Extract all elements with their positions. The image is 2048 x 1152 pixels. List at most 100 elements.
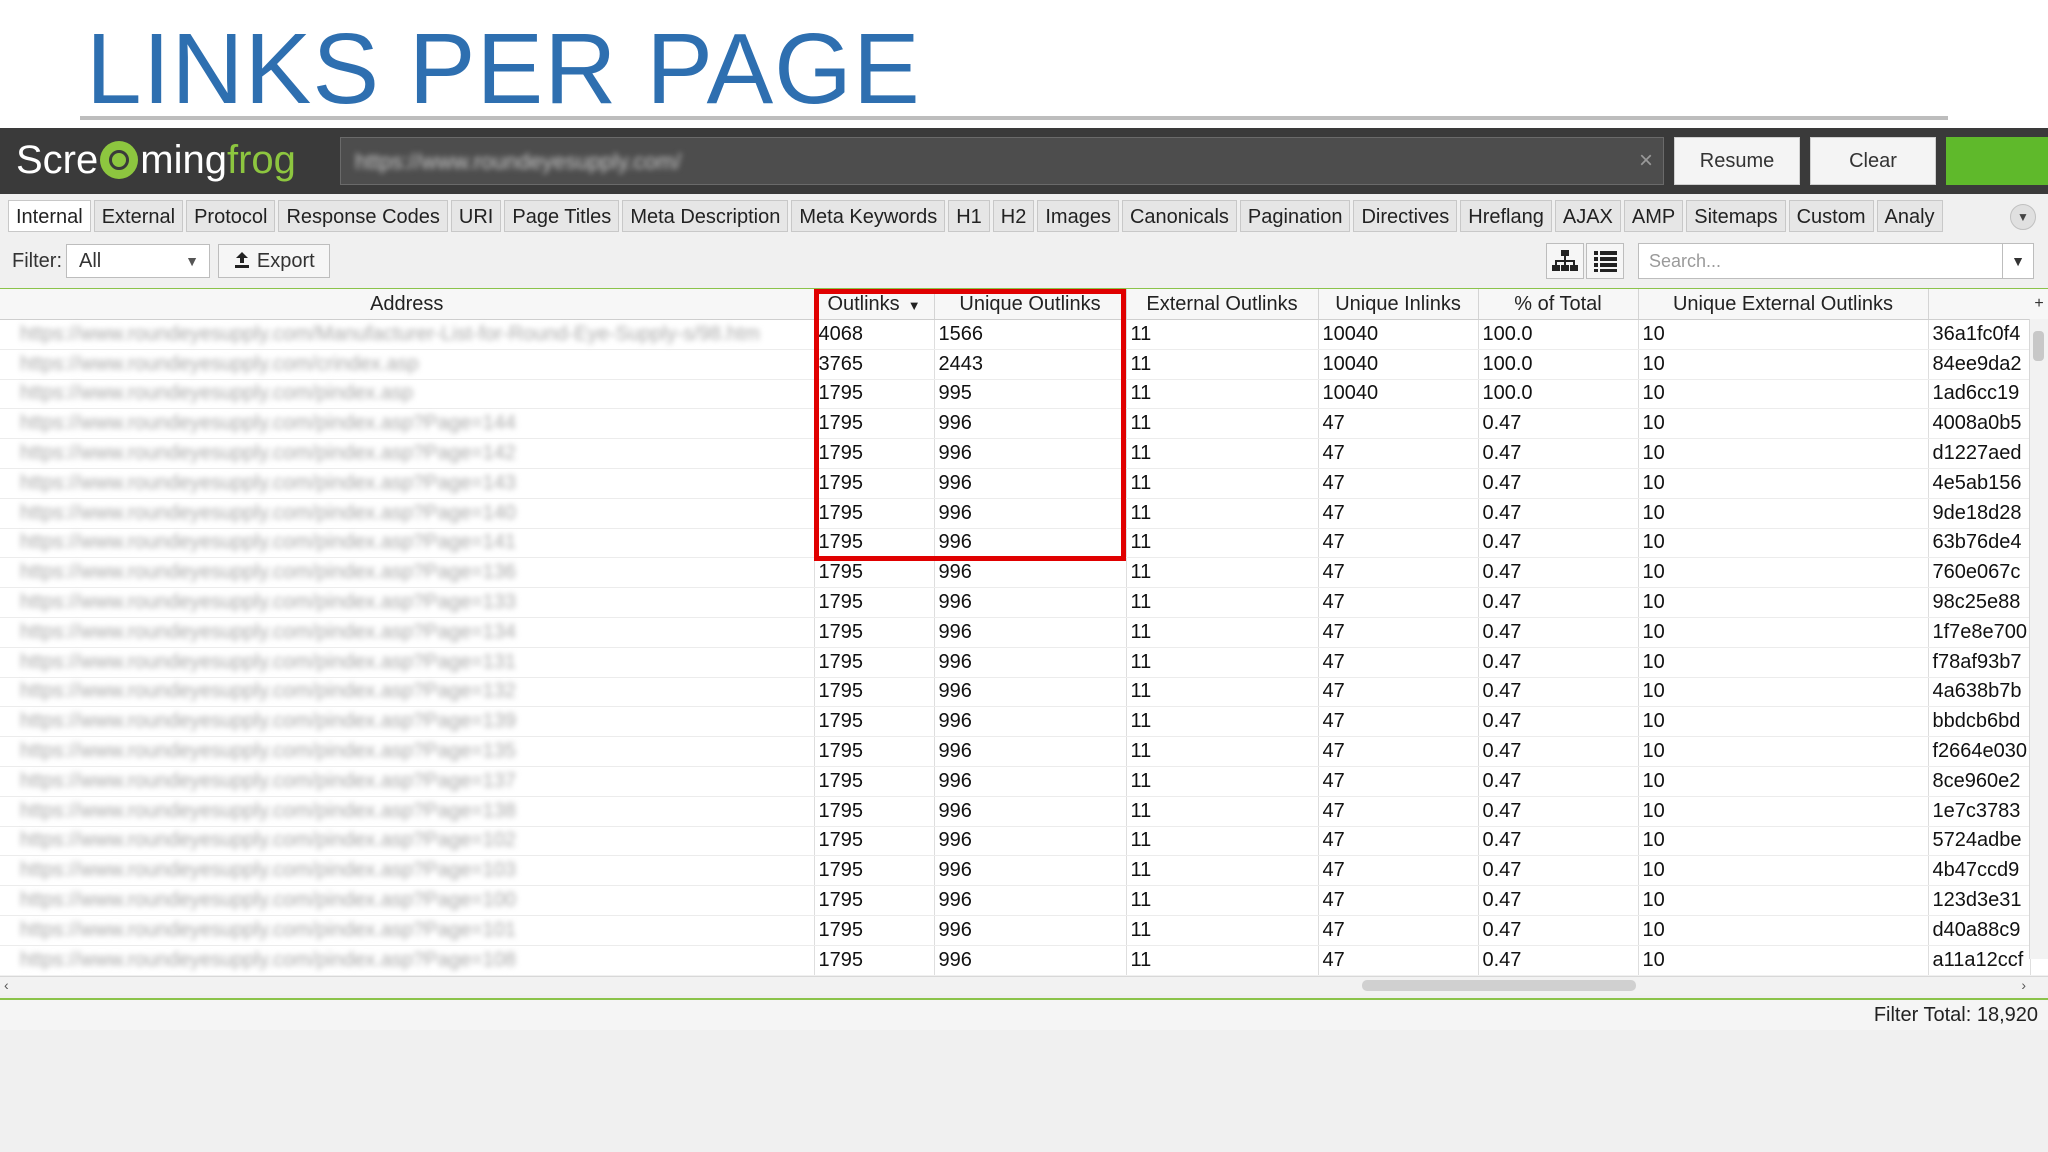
table-cell: d40a88c9 bbox=[1928, 915, 2031, 946]
site-tree-icon[interactable] bbox=[1546, 243, 1584, 279]
dropdown-caret-icon: ▼ bbox=[2002, 244, 2033, 278]
tab-h2[interactable]: H2 bbox=[992, 200, 1035, 232]
tab-page-titles[interactable]: Page Titles bbox=[504, 200, 620, 232]
table-row[interactable]: https://www.roundeyesupply.com/pindex.as… bbox=[0, 915, 2031, 946]
search-input[interactable]: Search... ▼ bbox=[1638, 243, 2034, 279]
tab-images[interactable]: Images bbox=[1037, 200, 1119, 232]
column-header-address[interactable]: Address bbox=[0, 289, 815, 320]
tab-custom[interactable]: Custom bbox=[1788, 200, 1874, 232]
export-button[interactable]: Export bbox=[218, 244, 330, 278]
table-cell: https://www.roundeyesupply.com/pindex.as… bbox=[0, 647, 815, 678]
table-row[interactable]: https://www.roundeyesupply.com/pindex.as… bbox=[0, 498, 2031, 529]
table-cell: 0.47 bbox=[1478, 498, 1639, 529]
chevron-down-icon[interactable]: ▼ bbox=[2010, 204, 2036, 230]
filter-select[interactable]: All ▼ bbox=[66, 244, 210, 278]
column-header-unique-external-outlinks[interactable]: Unique External Outlinks bbox=[1638, 289, 1929, 320]
table-row[interactable]: https://www.roundeyesupply.com/pindex.as… bbox=[0, 706, 2031, 738]
table-row[interactable]: https://www.roundeyesupply.com/pindex.as… bbox=[0, 945, 2031, 975]
table-row[interactable]: https://www.roundeyesupply.com/pindex.as… bbox=[0, 855, 2031, 887]
column-header-unique-outlinks[interactable]: Unique Outlinks bbox=[934, 289, 1127, 320]
vertical-scrollbar[interactable] bbox=[2029, 319, 2048, 959]
column-header--of-total[interactable]: % of Total bbox=[1478, 289, 1639, 320]
table-row[interactable]: https://www.roundeyesupply.com/pindex.as… bbox=[0, 468, 2031, 499]
table-row[interactable]: https://www.roundeyesupply.com/pindex.as… bbox=[0, 408, 2031, 440]
column-header-external-outlinks[interactable]: External Outlinks bbox=[1126, 289, 1319, 320]
table-cell: 11 bbox=[1126, 528, 1319, 559]
table-cell: 98c25e88 bbox=[1928, 587, 2031, 618]
table-cell: a11a12ccf bbox=[1928, 945, 2031, 975]
tab-amp[interactable]: AMP bbox=[1623, 200, 1684, 232]
table-row[interactable]: https://www.roundeyesupply.com/pindex.as… bbox=[0, 587, 2031, 618]
close-icon[interactable]: × bbox=[1639, 147, 1653, 175]
tab-ajax[interactable]: AJAX bbox=[1554, 200, 1621, 232]
table-cell: f2664e030 bbox=[1928, 736, 2031, 767]
tab-canonicals[interactable]: Canonicals bbox=[1121, 200, 1237, 232]
table-cell: https://www.roundeyesupply.com/pindex.as… bbox=[0, 885, 815, 916]
table-cell: 11 bbox=[1126, 408, 1319, 440]
table-cell: 10 bbox=[1638, 766, 1929, 797]
table-row[interactable]: https://www.roundeyesupply.com/Manufactu… bbox=[0, 319, 2031, 350]
table-row[interactable]: https://www.roundeyesupply.com/pindex.as… bbox=[0, 826, 2031, 857]
table-row[interactable]: https://www.roundeyesupply.com/pindex.as… bbox=[0, 438, 2031, 469]
table-cell: https://www.roundeyesupply.com/pindex.as… bbox=[0, 855, 815, 887]
clear-button[interactable]: Clear bbox=[1810, 137, 1936, 185]
table-row[interactable]: https://www.roundeyesupply.com/pindex.as… bbox=[0, 379, 2031, 410]
table-cell: 0.47 bbox=[1478, 617, 1639, 648]
table-row[interactable]: https://www.roundeyesupply.com/crindex.a… bbox=[0, 349, 2031, 380]
tab-meta-keywords[interactable]: Meta Keywords bbox=[791, 200, 946, 232]
table-cell: 996 bbox=[934, 587, 1127, 618]
table-cell: 1795 bbox=[814, 736, 935, 767]
table-row[interactable]: https://www.roundeyesupply.com/pindex.as… bbox=[0, 796, 2031, 827]
horizontal-scrollbar[interactable]: ‹ › bbox=[0, 976, 2048, 995]
table-cell: 11 bbox=[1126, 587, 1319, 618]
table-cell: 996 bbox=[934, 498, 1127, 529]
tab-directives[interactable]: Directives bbox=[1353, 200, 1458, 232]
table-cell: 11 bbox=[1126, 677, 1319, 708]
start-button[interactable] bbox=[1946, 137, 2048, 185]
table-cell: 10040 bbox=[1318, 379, 1479, 410]
table-cell: 1795 bbox=[814, 587, 935, 618]
table-cell: 1e7c3783 bbox=[1928, 796, 2031, 827]
table-cell: 0.47 bbox=[1478, 528, 1639, 559]
tab-h1[interactable]: H1 bbox=[948, 200, 990, 232]
table-cell: 10 bbox=[1638, 468, 1929, 499]
list-view-icon[interactable] bbox=[1586, 243, 1624, 279]
table-row[interactable]: https://www.roundeyesupply.com/pindex.as… bbox=[0, 885, 2031, 916]
tab-hreflang[interactable]: Hreflang bbox=[1460, 200, 1552, 232]
table-row[interactable]: https://www.roundeyesupply.com/pindex.as… bbox=[0, 528, 2031, 559]
tab-external[interactable]: External bbox=[93, 200, 184, 232]
table-cell: https://www.roundeyesupply.com/pindex.as… bbox=[0, 498, 815, 529]
add-column-icon[interactable]: + bbox=[2030, 289, 2048, 319]
table-row[interactable]: https://www.roundeyesupply.com/pindex.as… bbox=[0, 766, 2031, 797]
table-cell: https://www.roundeyesupply.com/crindex.a… bbox=[0, 349, 815, 380]
tab-uri[interactable]: URI bbox=[450, 200, 502, 232]
table-cell: 10040 bbox=[1318, 349, 1479, 380]
tab-internal[interactable]: Internal bbox=[8, 200, 91, 232]
table-cell: 123d3e31 bbox=[1928, 885, 2031, 916]
table-cell: 996 bbox=[934, 706, 1127, 738]
table-cell: https://www.roundeyesupply.com/pindex.as… bbox=[0, 945, 815, 975]
table-row[interactable]: https://www.roundeyesupply.com/pindex.as… bbox=[0, 677, 2031, 708]
column-header-outlinks[interactable]: Outlinks ▼ bbox=[814, 289, 935, 320]
resume-button[interactable]: Resume bbox=[1674, 137, 1800, 185]
tab-sitemaps[interactable]: Sitemaps bbox=[1686, 200, 1786, 232]
tab-protocol[interactable]: Protocol bbox=[186, 200, 276, 232]
table-cell: 10 bbox=[1638, 349, 1929, 380]
column-header-unique-inlinks[interactable]: Unique Inlinks bbox=[1318, 289, 1479, 320]
table-row[interactable]: https://www.roundeyesupply.com/pindex.as… bbox=[0, 617, 2031, 648]
tab-pagination[interactable]: Pagination bbox=[1239, 200, 1351, 232]
table-row[interactable]: https://www.roundeyesupply.com/pindex.as… bbox=[0, 557, 2031, 589]
table-cell: 996 bbox=[934, 945, 1127, 975]
table-cell: 0.47 bbox=[1478, 557, 1639, 589]
url-input[interactable]: https://www.roundeyesupply.com/ × bbox=[340, 137, 1664, 185]
tab-meta-description[interactable]: Meta Description bbox=[622, 200, 789, 232]
table-cell: 47 bbox=[1318, 587, 1479, 618]
tab-response-codes[interactable]: Response Codes bbox=[278, 200, 448, 232]
table-row[interactable]: https://www.roundeyesupply.com/pindex.as… bbox=[0, 647, 2031, 678]
table-cell: 996 bbox=[934, 915, 1127, 946]
url-value: https://www.roundeyesupply.com/ bbox=[355, 149, 682, 174]
tab-analy[interactable]: Analy bbox=[1876, 200, 1943, 232]
column-header-extra[interactable] bbox=[1928, 289, 2031, 320]
table-cell: 10 bbox=[1638, 617, 1929, 648]
table-row[interactable]: https://www.roundeyesupply.com/pindex.as… bbox=[0, 736, 2031, 767]
